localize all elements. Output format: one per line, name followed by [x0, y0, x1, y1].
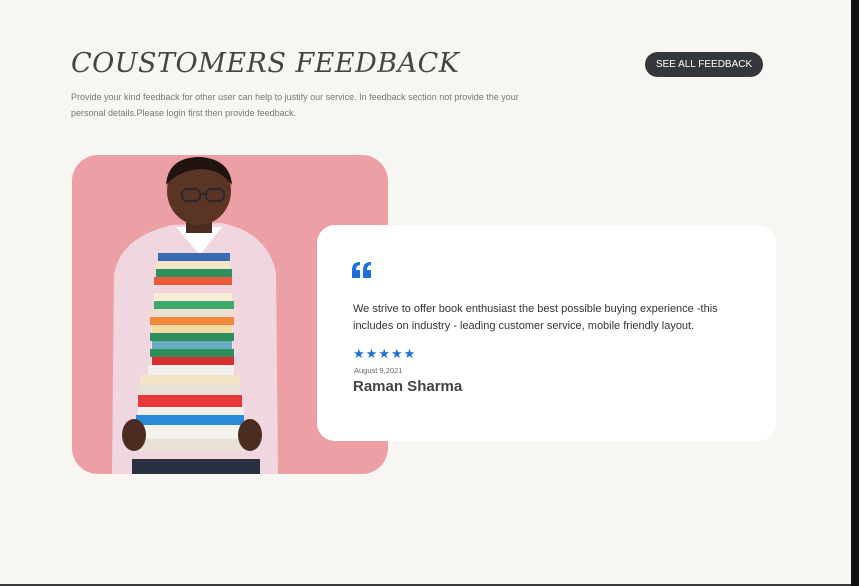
review-text: We strive to offer book enthusiast the b…	[353, 303, 718, 332]
star-icon: ★	[353, 346, 365, 361]
review-date: August 9,2021	[354, 366, 403, 375]
star-rating: ★ ★ ★ ★ ★	[353, 346, 415, 361]
star-icon: ★	[403, 346, 416, 361]
feedback-card: We strive to offer book enthusiast the b…	[317, 225, 776, 441]
quote-icon	[352, 262, 372, 283]
reviewer-name: Raman Sharma	[353, 378, 463, 395]
star-icon: ★	[365, 346, 378, 361]
page-subtitle: Provide your kind feedback for other use…	[71, 92, 519, 118]
window-edge	[851, 0, 859, 586]
star-icon: ★	[378, 346, 390, 361]
star-icon: ★	[390, 346, 403, 361]
page-title: COUSTOMERS FEEDBACK	[71, 48, 460, 79]
see-all-feedback-button[interactable]: SEE ALL FEEDBACK	[645, 52, 763, 77]
